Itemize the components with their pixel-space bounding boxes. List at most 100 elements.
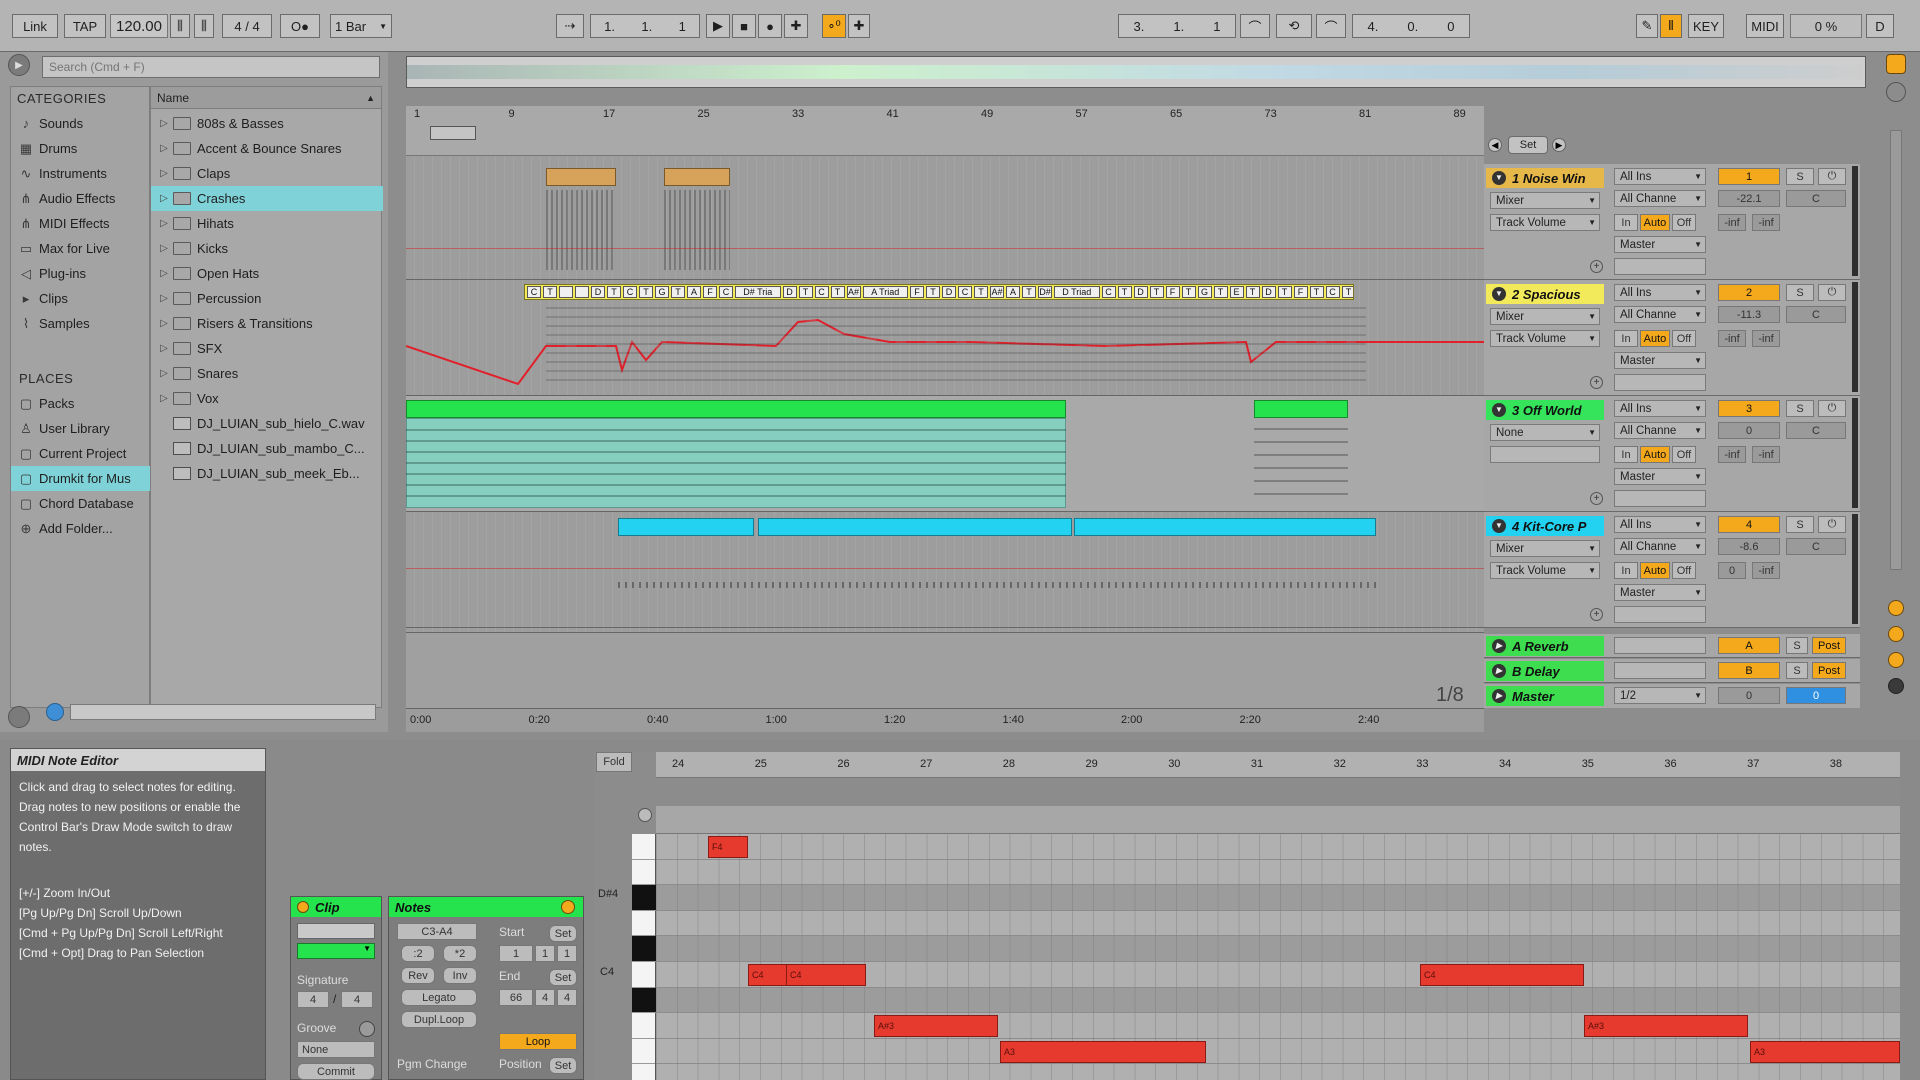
groove-selector[interactable]: None [297,1041,375,1058]
monitor-off-button[interactable]: Off [1672,446,1696,463]
loop-switch-button[interactable]: ⟲ [1276,14,1312,38]
sends-toggle-icon[interactable] [1888,600,1904,616]
loop-brace[interactable] [430,126,476,140]
end-bar-field[interactable]: 66 [499,989,533,1006]
category-item[interactable]: ◁ Plug-ins [11,261,151,286]
chord-note[interactable]: C [527,286,541,298]
set-position-button[interactable]: Set [549,1057,577,1074]
piano-white-key[interactable] [632,1013,655,1039]
monitor-in-button[interactable]: In [1614,214,1638,231]
piano-white-key[interactable] [632,859,655,886]
output-channel-chooser[interactable] [1614,374,1706,391]
send-b-field[interactable]: -inf [1752,214,1780,231]
track-lane-4[interactable] [406,512,1484,628]
chord-note[interactable]: C [1101,286,1116,298]
duplicate-loop-button[interactable]: Dupl.Loop [401,1011,477,1028]
category-item[interactable]: ▸ Clips [11,286,151,311]
master-volume-field[interactable]: 0 [1718,687,1780,704]
monitor-auto-button[interactable]: Auto [1640,330,1670,347]
chord-note[interactable]: C [719,286,733,298]
output-type-chooser[interactable]: Master ▼ [1614,468,1706,485]
key-map-button[interactable]: KEY [1688,14,1724,38]
piano-white-key[interactable] [632,910,655,937]
browser-folder-item[interactable]: ▷ Vox [151,386,383,411]
track-lane-3[interactable] [406,396,1484,512]
solo-button[interactable]: S [1786,662,1808,679]
disclosure-triangle-icon[interactable]: ▷ [157,343,171,354]
browser-folder-item[interactable]: ▷ Hihats [151,211,383,236]
clip-color-chooser[interactable]: ▼ [297,943,375,959]
tap-tempo-button[interactable]: TAP [64,14,106,38]
chord-note[interactable]: T [1341,286,1353,298]
clip-signature-numerator[interactable]: 4 [297,991,329,1008]
return-track-title[interactable]: ▶ A Reverb [1486,636,1604,656]
chord-note[interactable]: T [1181,286,1196,298]
monitor-in-button[interactable]: In [1614,562,1638,579]
punch-in-button[interactable]: ⌒ [1240,14,1270,38]
output-channel-chooser[interactable] [1614,606,1706,623]
time-ruler[interactable]: 0:00 0:20 0:40 1:00 1:20 1:40 2:00 2:20 2:40 [406,708,1484,732]
overview-toggle-icon[interactable] [1886,54,1906,74]
set-end-button[interactable]: Set [549,969,577,986]
clip-block[interactable] [664,168,730,186]
disclosure-triangle-icon[interactable]: ▷ [157,268,171,279]
place-item[interactable]: ▢ Chord Database [11,491,151,516]
output-type-chooser[interactable]: Master ▼ [1614,352,1706,369]
monitor-in-button[interactable]: In [1614,330,1638,347]
piano-white-key[interactable] [632,834,655,860]
start-bar-field[interactable]: 1 [499,945,533,962]
track-activator-button[interactable]: 1 [1718,168,1780,185]
fold-track-icon[interactable]: ▼ [1492,403,1506,417]
nudge-down-button[interactable]: ⫼ [170,14,190,38]
chord-note[interactable]: T [1277,286,1292,298]
chord-note[interactable]: C [958,286,972,298]
automation-control-chooser[interactable]: Track Volume ▼ [1490,562,1600,579]
disclosure-triangle-icon[interactable]: ▷ [157,193,171,204]
loop-start-field[interactable]: 3. 1. 1 [1118,14,1236,38]
send-a-field[interactable]: 0 [1718,562,1746,579]
add-automation-lane-icon[interactable]: + [1590,376,1603,389]
chord-note[interactable]: D [942,286,956,298]
send-b-field[interactable]: -inf [1752,446,1780,463]
track-pan-field[interactable]: C [1786,422,1846,439]
io-toggle-icon[interactable] [1886,82,1906,102]
category-item[interactable]: ▦ Drums [11,136,151,161]
device-chooser[interactable]: Mixer ▼ [1490,308,1600,325]
input-type-chooser[interactable]: All Ins ▼ [1614,284,1706,301]
chord-note[interactable]: D [782,286,797,298]
crossfader-toggle-icon[interactable] [1888,678,1904,694]
track-title[interactable]: ▼ 2 Spacious [1486,284,1604,304]
metronome-button[interactable]: O● [280,14,320,38]
piano-black-key[interactable] [632,987,656,1014]
loop-length-field[interactable]: 4. 0. 0 [1352,14,1470,38]
chord-note[interactable]: D [1133,286,1148,298]
browser-preview-button[interactable] [46,703,64,721]
solo-button[interactable]: S [1786,637,1808,654]
monitor-auto-button[interactable]: Auto [1640,214,1670,231]
browser-folder-item[interactable]: ▷ Crashes [151,186,383,211]
name-column-header[interactable]: Name ▲ [151,87,381,109]
quantize-menu[interactable]: 1 Bar ▼ [330,14,392,38]
master-pan-field[interactable]: 0 [1786,687,1846,704]
automation-control-chooser[interactable]: Track Volume ▼ [1490,214,1600,231]
disclosure-triangle-icon[interactable]: ▷ [157,393,171,404]
chord-note[interactable]: T [926,286,940,298]
loop-button[interactable]: Loop [499,1033,577,1050]
monitor-auto-button[interactable]: Auto [1640,446,1670,463]
place-item[interactable]: ♙ User Library [11,416,151,441]
return-output-chooser[interactable] [1614,637,1706,654]
output-channel-chooser[interactable] [1614,490,1706,507]
midi-note[interactable]: A3 [1750,1040,1900,1063]
browser-search-input[interactable] [42,56,380,78]
play-button[interactable]: ▶ [706,14,730,38]
return-activator-button[interactable]: A [1718,637,1780,654]
chord-note[interactable]: F [1165,286,1180,298]
place-item[interactable]: ▢ Packs [11,391,151,416]
piano-black-key[interactable] [632,936,656,962]
clip-block[interactable] [546,168,616,186]
end-sixteenth-field[interactable]: 4 [557,989,577,1006]
chord-note[interactable]: C [1325,286,1340,298]
track-activator-button[interactable]: 4 [1718,516,1780,533]
start-beat-field[interactable]: 1 [535,945,555,962]
computer-midi-keyboard-button[interactable]: ⦀ [1660,14,1682,38]
